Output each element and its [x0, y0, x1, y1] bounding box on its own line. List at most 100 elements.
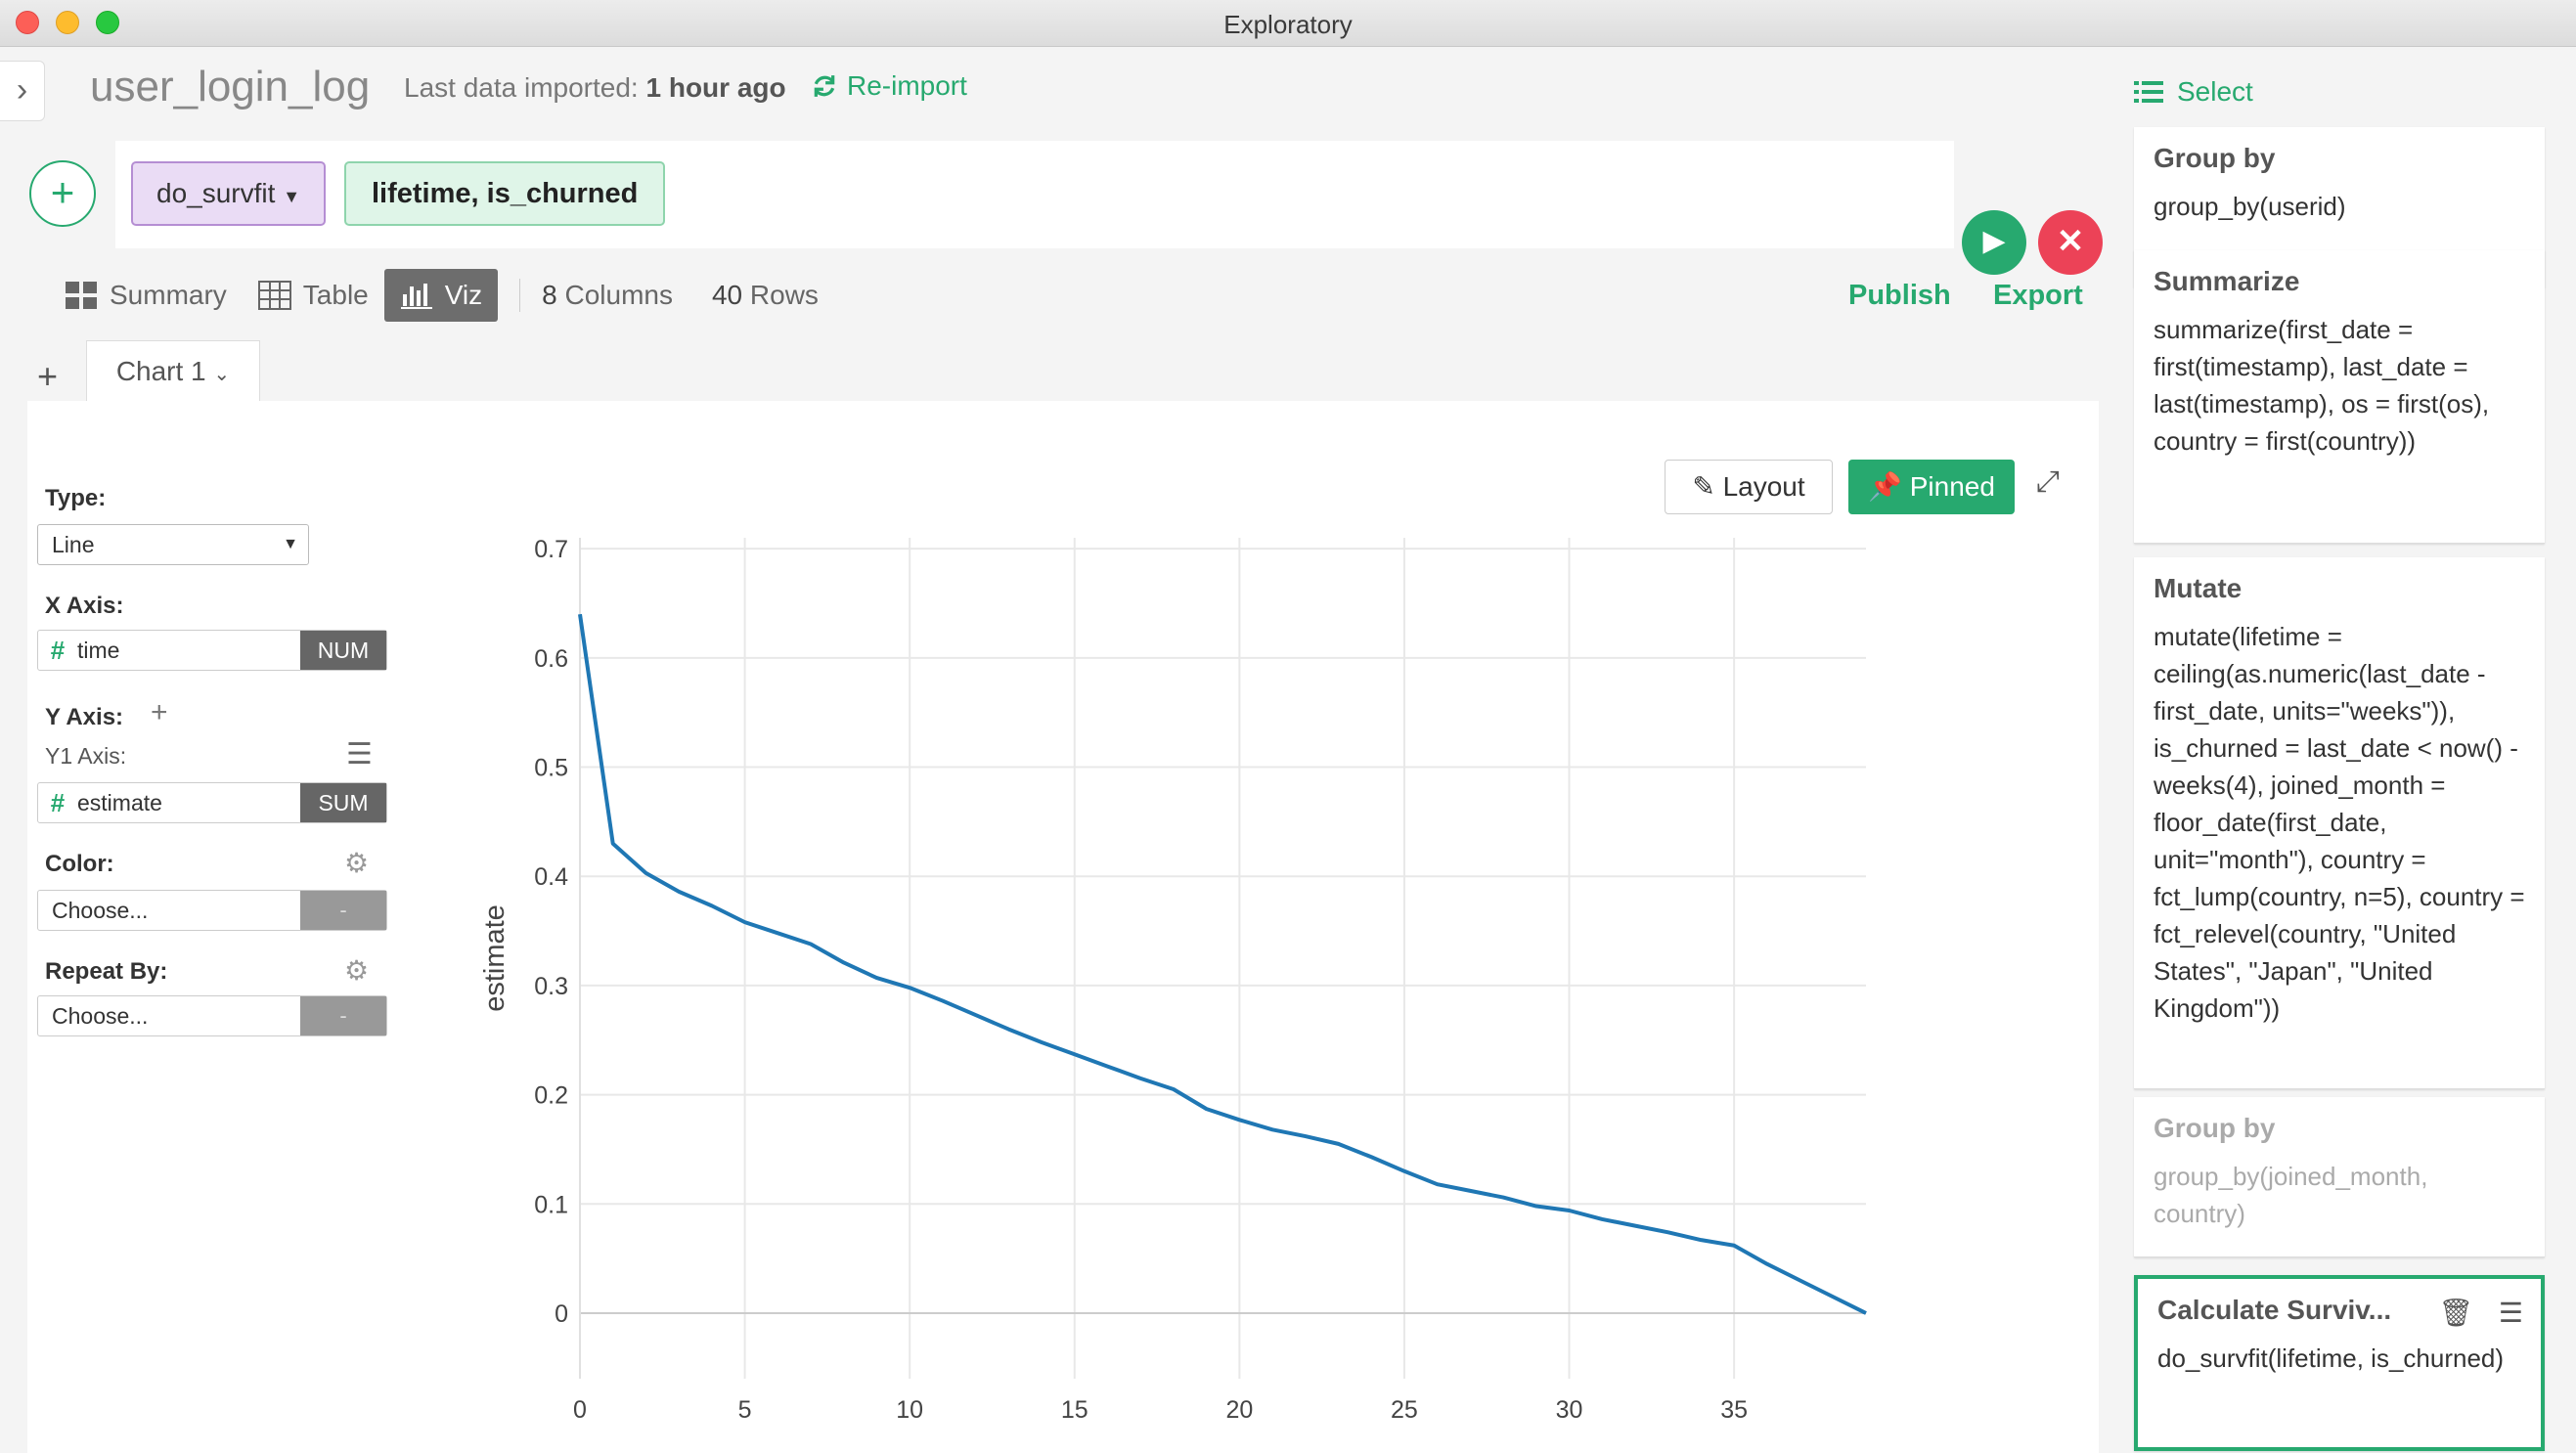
color-field[interactable]: Choose... - [37, 890, 387, 931]
y-tick-label: 0.7 [534, 536, 568, 563]
table-icon [257, 281, 291, 310]
sidebar-toggle-button[interactable]: › [0, 61, 45, 121]
chart-type-value: Line [52, 532, 95, 557]
repeat-by-label: Repeat By: [45, 958, 168, 985]
grid-icon [66, 282, 97, 309]
cancel-button[interactable]: ✕ [2038, 210, 2103, 275]
step-name: Summarize [2154, 266, 2300, 296]
tab-viz[interactable]: Viz [383, 269, 499, 322]
chart-panel: Type: Line ▼ X Axis: # time NUM Y Axis: … [27, 401, 2099, 1453]
bar-chart-icon [400, 284, 432, 309]
trash-icon[interactable]: 🗑 [2438, 1297, 2473, 1329]
close-icon: ✕ [2056, 223, 2085, 260]
y-tick-label: 0 [555, 1300, 568, 1328]
export-button[interactable]: Export [1993, 280, 2083, 312]
y-axis-field[interactable]: # estimate SUM [37, 782, 387, 823]
expand-icon[interactable]: ⤢ [2036, 465, 2060, 499]
y-tick-label: 0.3 [534, 973, 568, 1000]
x-tick-label: 30 [1556, 1396, 1583, 1424]
refresh-icon [814, 75, 835, 97]
select-label: Select [2177, 76, 2253, 107]
gear-icon[interactable]: ⚙ [344, 847, 369, 879]
x-aggregation-button[interactable]: NUM [300, 631, 386, 670]
pipeline-step-selected[interactable]: Calculate Surviv... 🗑 ☰ do_survfit(lifet… [2134, 1275, 2545, 1451]
repeat-by-field[interactable]: Choose... - [37, 995, 387, 1036]
y-tick-label: 0.6 [534, 645, 568, 673]
x-tick-label: 10 [896, 1396, 923, 1424]
plus-icon: + [37, 356, 59, 396]
y-tick-label: 0.4 [534, 863, 568, 891]
command-arguments[interactable]: lifetime, is_churned [344, 161, 666, 226]
gear-icon[interactable]: ⚙ [344, 954, 369, 987]
chart-type-select[interactable]: Line ▼ [37, 524, 309, 565]
last-import-label: Last data imported: [404, 72, 639, 103]
list-icon [2134, 81, 2163, 103]
y-axis-label: Y Axis: [45, 704, 124, 730]
y-tick-label: 0.2 [534, 1082, 568, 1110]
dataset-name: user_login_log [90, 63, 371, 110]
column-count: 8 Columns [542, 280, 673, 310]
caret-down-icon: ▼ [283, 187, 301, 206]
caret-down-icon: ▼ [283, 536, 298, 552]
list-menu-icon[interactable]: ☰ [346, 737, 373, 771]
chevron-down-icon: ⌄ [213, 364, 231, 385]
pipeline-step[interactable]: Mutate mutate(lifetime = ceiling(as.nume… [2134, 557, 2545, 1089]
pipeline-step[interactable]: Group by group_by(joined_month, country) [2134, 1097, 2545, 1257]
select-steps-button[interactable]: Select [2134, 76, 2253, 108]
chart-tab-label: Chart 1 [115, 356, 206, 386]
chevron-right-icon: › [16, 71, 28, 109]
layout-button[interactable]: ✎ Layout [1665, 460, 1833, 514]
x-axis-field[interactable]: # time NUM [37, 630, 387, 671]
x-tick-label: 20 [1225, 1396, 1253, 1424]
step-name: Group by [2154, 143, 2276, 173]
pipeline-step[interactable]: Summarize summarize(first_date = first(t… [2134, 250, 2545, 544]
x-axis-label: X Axis: [45, 593, 124, 619]
tab-chart-1[interactable]: Chart 1 ⌄ [86, 340, 260, 403]
tab-table[interactable]: Table [243, 269, 384, 322]
series-line [578, 613, 1867, 1315]
layout-label: Layout [1722, 471, 1805, 502]
step-code: mutate(lifetime = ceiling(as.numeric(las… [2154, 622, 2525, 1023]
step-code: group_by(userid) [2154, 192, 2346, 221]
step-name: Mutate [2154, 573, 2243, 603]
repeat-aggregation-button[interactable]: - [300, 996, 386, 1035]
x-tick-label: 0 [573, 1396, 587, 1424]
tab-summary[interactable]: Summary [49, 269, 243, 322]
add-y-axis-icon[interactable]: + [151, 696, 168, 729]
y-axis-title: estimate [479, 904, 511, 1012]
pinned-button[interactable]: 📌 Pinned [1848, 460, 2015, 514]
y-tick-label: 0.1 [534, 1191, 568, 1218]
tab-viz-label: Viz [444, 280, 483, 310]
reimport-label: Re-import [847, 70, 967, 101]
run-button[interactable]: ▶ [1962, 210, 2026, 275]
reimport-button[interactable]: Re-import [812, 70, 967, 102]
x-tick-label: 5 [738, 1396, 752, 1424]
last-import-value: 1 hour ago [645, 72, 786, 103]
add-chart-button[interactable]: + [37, 356, 58, 397]
pencil-icon: ✎ [1692, 471, 1715, 502]
color-label: Color: [45, 851, 114, 877]
tab-table-label: Table [302, 280, 369, 310]
command-name: do_survfit [156, 178, 276, 208]
command-dropdown[interactable]: do_survfit ▼ [131, 161, 327, 226]
x-field-name: time [77, 638, 120, 663]
color-aggregation-button[interactable]: - [300, 891, 386, 930]
add-step-button[interactable]: + [29, 160, 96, 227]
play-icon: ▶ [1982, 225, 2006, 257]
color-value: Choose... [52, 898, 149, 923]
last-import-info: Last data imported: 1 hour ago [404, 72, 786, 104]
window-title: Exploratory [1223, 10, 1353, 39]
menu-icon[interactable]: ☰ [2499, 1297, 2523, 1329]
number-type-icon: # [50, 788, 66, 817]
y1-axis-label: Y1 Axis: [45, 743, 127, 769]
plus-icon: + [50, 169, 75, 215]
y-field-name: estimate [77, 790, 162, 815]
y-aggregation-button[interactable]: SUM [300, 783, 386, 822]
pipeline-panel: Select Group by group_by(userid) Summari… [2112, 47, 2576, 1453]
view-tabs: Summary Table Viz 8 Columns 40 Rows [49, 267, 858, 324]
step-name: Group by [2154, 1113, 2276, 1143]
pin-icon: 📌 [1868, 471, 1902, 502]
pinned-label: Pinned [1909, 471, 1995, 502]
x-tick-label: 15 [1061, 1396, 1088, 1424]
publish-button[interactable]: Publish [1848, 280, 1951, 312]
